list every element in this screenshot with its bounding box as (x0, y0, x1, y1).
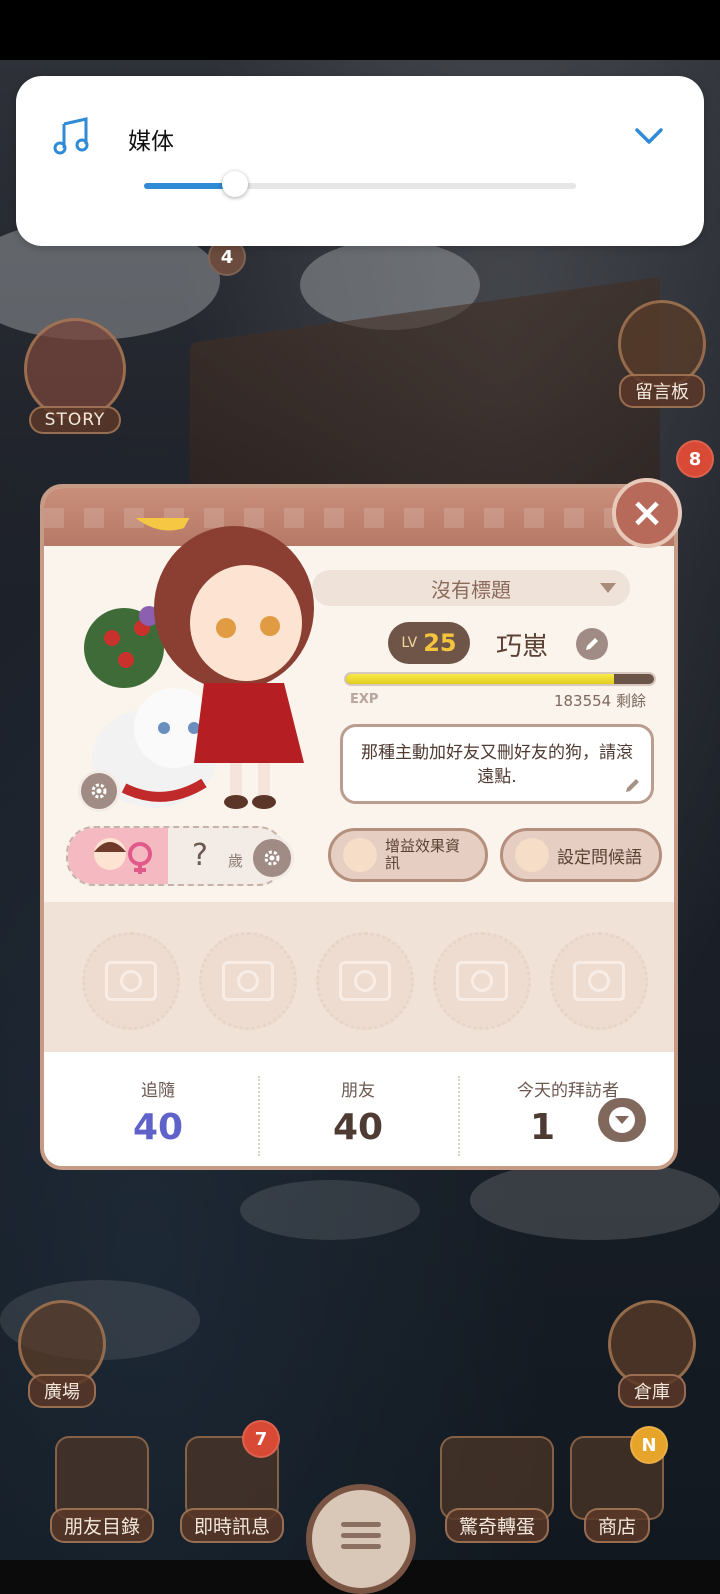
friends-label: 朋友 (341, 1081, 375, 1101)
stats-area: 追隨 40 朋友 40 今天的拜訪者 1 (44, 1046, 674, 1166)
set-greeting-button[interactable]: 設定問候語 (500, 828, 662, 882)
message-board-label: 留言板 (619, 374, 705, 408)
age-unit: 歲 (228, 852, 244, 870)
camera-icon (456, 961, 508, 1001)
menu-icon (341, 1522, 381, 1549)
bio-text: 那種主動加好友又刪好友的狗，請滾遠點. (361, 743, 633, 787)
friends-stat[interactable]: 朋友 40 (258, 1076, 458, 1148)
exp-bar (344, 672, 656, 686)
gacha-button[interactable]: 驚奇轉蛋 (440, 1436, 554, 1543)
edit-name-button[interactable] (576, 628, 608, 660)
story-button[interactable]: STORY (24, 318, 126, 434)
close-icon: × (630, 490, 664, 536)
following-label: 追隨 (141, 1081, 175, 1101)
player-name: 巧崽 (496, 632, 549, 662)
gear-icon (91, 783, 107, 799)
age-value: ? (192, 838, 208, 873)
exp-remaining: 183554 剩餘 (553, 692, 646, 710)
camera-icon (573, 961, 625, 1001)
exp-label: EXP (350, 692, 379, 707)
exp-bar-fill (346, 674, 614, 684)
friends-value: 40 (332, 1107, 384, 1148)
profile-card: 沒有標題 LV 25 巧崽 EXP 183554 剩餘 那種主動加好友又刪好友的… (40, 484, 678, 1170)
following-stat[interactable]: 追隨 40 (58, 1076, 258, 1148)
shop-label: 商店 (583, 1508, 650, 1543)
music-note-icon (53, 117, 89, 155)
following-value: 40 (132, 1107, 184, 1148)
chevron-down-icon (615, 1116, 629, 1124)
avatar-settings-button[interactable] (78, 770, 120, 812)
photo-slot-1[interactable] (82, 932, 180, 1030)
gear-icon (264, 850, 280, 866)
greeting-icon (515, 838, 549, 872)
dropdown-arrow-icon (600, 583, 616, 593)
level-prefix: LV (401, 635, 418, 651)
volume-slider-thumb[interactable] (221, 171, 248, 197)
age-settings-button[interactable] (250, 836, 294, 880)
visitors-dropdown-button[interactable] (598, 1098, 646, 1142)
shop-new-badge: N (630, 1426, 668, 1464)
camera-icon (105, 961, 157, 1001)
camera-icon (222, 961, 274, 1001)
story-label: STORY (28, 406, 122, 434)
messages-badge: 7 (242, 1420, 280, 1458)
bio-bubble[interactable]: 那種主動加好友又刪好友的狗，請滾遠點. (340, 724, 654, 804)
photo-slot-3[interactable] (316, 932, 414, 1030)
photo-slot-2[interactable] (199, 932, 297, 1030)
warehouse-button[interactable]: 倉庫 (608, 1300, 696, 1408)
message-board-button[interactable]: 留言板 (618, 300, 706, 408)
visitors-label: 今天的拜訪者 (517, 1081, 619, 1101)
volume-slider[interactable] (144, 171, 576, 197)
pencil-icon[interactable] (623, 775, 643, 795)
messages-label: 即時訊息 (180, 1508, 285, 1543)
set-greeting-label: 設定問候語 (557, 847, 642, 868)
photo-slot-5[interactable] (550, 932, 648, 1030)
friends-list-button[interactable]: 朋友目錄 (50, 1436, 155, 1543)
main-menu-button[interactable] (306, 1484, 416, 1594)
title-dropdown[interactable]: 沒有標題 (312, 570, 630, 606)
level-number: 25 (423, 629, 457, 657)
plaza-button[interactable]: 廣場 (18, 1300, 106, 1408)
buff-info-label: 增益效果資訊 (385, 837, 461, 872)
friends-list-label: 朋友目錄 (50, 1508, 155, 1543)
plaza-label: 廣場 (28, 1374, 96, 1408)
close-button[interactable]: × (612, 478, 682, 548)
photo-slot-4[interactable] (433, 932, 531, 1030)
buff-info-button[interactable]: 增益效果資訊 (328, 828, 488, 882)
gacha-label: 驚奇轉蛋 (444, 1508, 549, 1543)
camera-icon (339, 961, 391, 1001)
warehouse-label: 倉庫 (618, 1374, 686, 1408)
chevron-down-icon[interactable] (632, 124, 666, 148)
female-gender-icon (68, 828, 168, 884)
pencil-icon (586, 638, 598, 650)
buff-icon (343, 838, 377, 872)
photo-strip (44, 902, 674, 1052)
title-dropdown-value: 沒有標題 (431, 577, 511, 602)
status-bar (0, 0, 720, 60)
message-board-badge: 8 (676, 440, 714, 478)
volume-label: 媒体 (128, 129, 174, 155)
level-badge: LV 25 (388, 622, 470, 664)
volume-panel: 媒体 (16, 76, 704, 246)
